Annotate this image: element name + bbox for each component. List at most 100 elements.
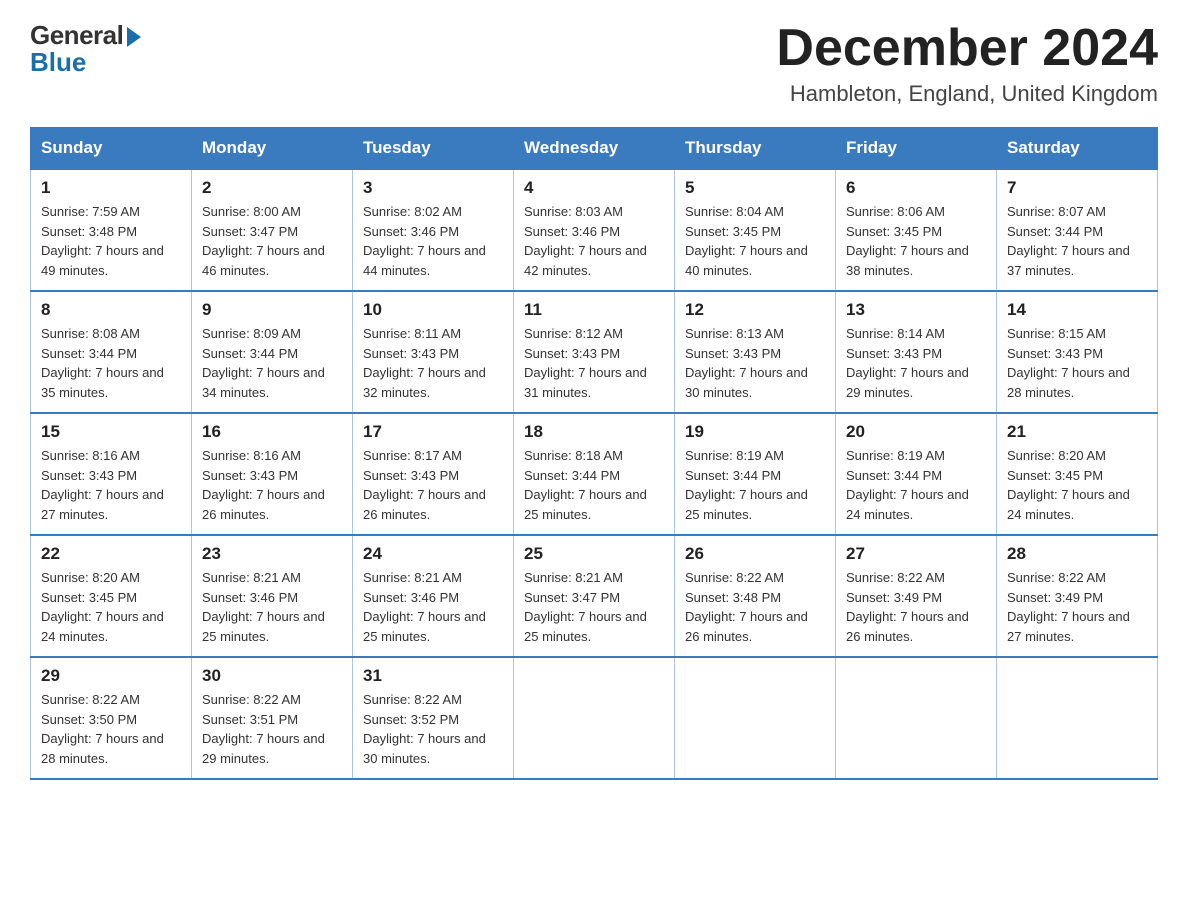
table-row: 9 Sunrise: 8:09 AMSunset: 3:44 PMDayligh… [192, 291, 353, 413]
day-number: 7 [1007, 178, 1147, 198]
day-info: Sunrise: 8:17 AMSunset: 3:43 PMDaylight:… [363, 448, 486, 522]
day-number: 29 [41, 666, 181, 686]
col-sunday: Sunday [31, 128, 192, 170]
day-number: 26 [685, 544, 825, 564]
day-number: 13 [846, 300, 986, 320]
table-row [836, 657, 997, 779]
day-number: 21 [1007, 422, 1147, 442]
day-number: 1 [41, 178, 181, 198]
table-row: 24 Sunrise: 8:21 AMSunset: 3:46 PMDaylig… [353, 535, 514, 657]
day-number: 3 [363, 178, 503, 198]
day-info: Sunrise: 8:21 AMSunset: 3:47 PMDaylight:… [524, 570, 647, 644]
day-info: Sunrise: 8:09 AMSunset: 3:44 PMDaylight:… [202, 326, 325, 400]
table-row: 6 Sunrise: 8:06 AMSunset: 3:45 PMDayligh… [836, 169, 997, 291]
table-row: 10 Sunrise: 8:11 AMSunset: 3:43 PMDaylig… [353, 291, 514, 413]
day-info: Sunrise: 8:22 AMSunset: 3:49 PMDaylight:… [1007, 570, 1130, 644]
day-number: 25 [524, 544, 664, 564]
col-tuesday: Tuesday [353, 128, 514, 170]
logo: General Blue [30, 20, 141, 78]
day-info: Sunrise: 8:12 AMSunset: 3:43 PMDaylight:… [524, 326, 647, 400]
day-number: 2 [202, 178, 342, 198]
col-thursday: Thursday [675, 128, 836, 170]
table-row: 11 Sunrise: 8:12 AMSunset: 3:43 PMDaylig… [514, 291, 675, 413]
title-section: December 2024 Hambleton, England, United… [776, 20, 1158, 107]
day-info: Sunrise: 8:02 AMSunset: 3:46 PMDaylight:… [363, 204, 486, 278]
day-number: 6 [846, 178, 986, 198]
day-number: 5 [685, 178, 825, 198]
table-row: 3 Sunrise: 8:02 AMSunset: 3:46 PMDayligh… [353, 169, 514, 291]
day-info: Sunrise: 8:11 AMSunset: 3:43 PMDaylight:… [363, 326, 486, 400]
day-info: Sunrise: 8:16 AMSunset: 3:43 PMDaylight:… [202, 448, 325, 522]
calendar-table: Sunday Monday Tuesday Wednesday Thursday… [30, 127, 1158, 780]
day-info: Sunrise: 8:22 AMSunset: 3:48 PMDaylight:… [685, 570, 808, 644]
col-saturday: Saturday [997, 128, 1158, 170]
day-info: Sunrise: 8:19 AMSunset: 3:44 PMDaylight:… [685, 448, 808, 522]
day-info: Sunrise: 8:14 AMSunset: 3:43 PMDaylight:… [846, 326, 969, 400]
day-info: Sunrise: 8:22 AMSunset: 3:49 PMDaylight:… [846, 570, 969, 644]
table-row: 25 Sunrise: 8:21 AMSunset: 3:47 PMDaylig… [514, 535, 675, 657]
table-row: 1 Sunrise: 7:59 AMSunset: 3:48 PMDayligh… [31, 169, 192, 291]
table-row: 4 Sunrise: 8:03 AMSunset: 3:46 PMDayligh… [514, 169, 675, 291]
day-info: Sunrise: 8:07 AMSunset: 3:44 PMDaylight:… [1007, 204, 1130, 278]
day-number: 27 [846, 544, 986, 564]
day-info: Sunrise: 8:21 AMSunset: 3:46 PMDaylight:… [202, 570, 325, 644]
calendar-week-row: 29 Sunrise: 8:22 AMSunset: 3:50 PMDaylig… [31, 657, 1158, 779]
day-info: Sunrise: 8:16 AMSunset: 3:43 PMDaylight:… [41, 448, 164, 522]
day-number: 24 [363, 544, 503, 564]
table-row: 23 Sunrise: 8:21 AMSunset: 3:46 PMDaylig… [192, 535, 353, 657]
table-row: 21 Sunrise: 8:20 AMSunset: 3:45 PMDaylig… [997, 413, 1158, 535]
day-info: Sunrise: 8:20 AMSunset: 3:45 PMDaylight:… [1007, 448, 1130, 522]
table-row: 30 Sunrise: 8:22 AMSunset: 3:51 PMDaylig… [192, 657, 353, 779]
day-number: 18 [524, 422, 664, 442]
table-row: 13 Sunrise: 8:14 AMSunset: 3:43 PMDaylig… [836, 291, 997, 413]
table-row: 14 Sunrise: 8:15 AMSunset: 3:43 PMDaylig… [997, 291, 1158, 413]
calendar-week-row: 15 Sunrise: 8:16 AMSunset: 3:43 PMDaylig… [31, 413, 1158, 535]
day-number: 19 [685, 422, 825, 442]
day-number: 4 [524, 178, 664, 198]
table-row: 16 Sunrise: 8:16 AMSunset: 3:43 PMDaylig… [192, 413, 353, 535]
table-row: 7 Sunrise: 8:07 AMSunset: 3:44 PMDayligh… [997, 169, 1158, 291]
month-title: December 2024 [776, 20, 1158, 77]
day-number: 9 [202, 300, 342, 320]
table-row: 18 Sunrise: 8:18 AMSunset: 3:44 PMDaylig… [514, 413, 675, 535]
table-row: 31 Sunrise: 8:22 AMSunset: 3:52 PMDaylig… [353, 657, 514, 779]
day-info: Sunrise: 8:22 AMSunset: 3:52 PMDaylight:… [363, 692, 486, 766]
logo-blue-text: Blue [30, 47, 86, 78]
day-number: 28 [1007, 544, 1147, 564]
table-row: 20 Sunrise: 8:19 AMSunset: 3:44 PMDaylig… [836, 413, 997, 535]
day-info: Sunrise: 7:59 AMSunset: 3:48 PMDaylight:… [41, 204, 164, 278]
table-row: 26 Sunrise: 8:22 AMSunset: 3:48 PMDaylig… [675, 535, 836, 657]
day-number: 22 [41, 544, 181, 564]
day-number: 15 [41, 422, 181, 442]
day-number: 11 [524, 300, 664, 320]
day-info: Sunrise: 8:13 AMSunset: 3:43 PMDaylight:… [685, 326, 808, 400]
table-row [997, 657, 1158, 779]
day-info: Sunrise: 8:19 AMSunset: 3:44 PMDaylight:… [846, 448, 969, 522]
day-info: Sunrise: 8:22 AMSunset: 3:51 PMDaylight:… [202, 692, 325, 766]
col-friday: Friday [836, 128, 997, 170]
day-number: 20 [846, 422, 986, 442]
table-row: 12 Sunrise: 8:13 AMSunset: 3:43 PMDaylig… [675, 291, 836, 413]
day-info: Sunrise: 8:20 AMSunset: 3:45 PMDaylight:… [41, 570, 164, 644]
table-row: 17 Sunrise: 8:17 AMSunset: 3:43 PMDaylig… [353, 413, 514, 535]
day-number: 31 [363, 666, 503, 686]
day-info: Sunrise: 8:18 AMSunset: 3:44 PMDaylight:… [524, 448, 647, 522]
day-info: Sunrise: 8:22 AMSunset: 3:50 PMDaylight:… [41, 692, 164, 766]
table-row: 2 Sunrise: 8:00 AMSunset: 3:47 PMDayligh… [192, 169, 353, 291]
table-row: 29 Sunrise: 8:22 AMSunset: 3:50 PMDaylig… [31, 657, 192, 779]
day-number: 30 [202, 666, 342, 686]
table-row: 27 Sunrise: 8:22 AMSunset: 3:49 PMDaylig… [836, 535, 997, 657]
calendar-week-row: 22 Sunrise: 8:20 AMSunset: 3:45 PMDaylig… [31, 535, 1158, 657]
calendar-header-row: Sunday Monday Tuesday Wednesday Thursday… [31, 128, 1158, 170]
table-row: 15 Sunrise: 8:16 AMSunset: 3:43 PMDaylig… [31, 413, 192, 535]
col-monday: Monday [192, 128, 353, 170]
day-number: 10 [363, 300, 503, 320]
table-row: 8 Sunrise: 8:08 AMSunset: 3:44 PMDayligh… [31, 291, 192, 413]
location-text: Hambleton, England, United Kingdom [776, 81, 1158, 107]
day-info: Sunrise: 8:08 AMSunset: 3:44 PMDaylight:… [41, 326, 164, 400]
calendar-week-row: 1 Sunrise: 7:59 AMSunset: 3:48 PMDayligh… [31, 169, 1158, 291]
day-info: Sunrise: 8:04 AMSunset: 3:45 PMDaylight:… [685, 204, 808, 278]
table-row: 19 Sunrise: 8:19 AMSunset: 3:44 PMDaylig… [675, 413, 836, 535]
logo-arrow-icon [127, 27, 141, 47]
day-info: Sunrise: 8:15 AMSunset: 3:43 PMDaylight:… [1007, 326, 1130, 400]
